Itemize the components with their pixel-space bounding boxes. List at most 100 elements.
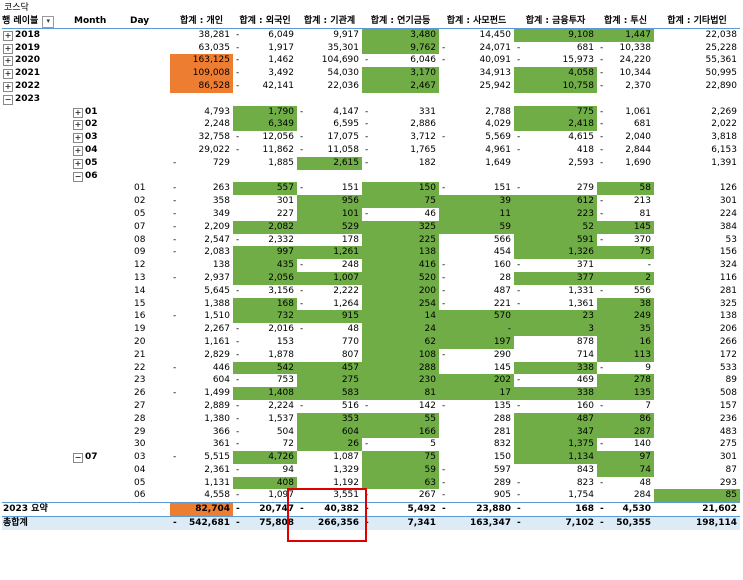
cell-invest-trust[interactable]: 35 <box>597 323 654 336</box>
cell-institution[interactable]: 3,551 <box>297 489 362 502</box>
expand-icon[interactable]: + <box>3 69 13 80</box>
row-label[interactable]: −2023 <box>2 93 72 106</box>
cell-other-corp[interactable]: 325 <box>654 298 740 311</box>
cell-private-fund[interactable]: - 160 <box>439 259 514 272</box>
cell-private-fund[interactable]: - 597 <box>439 464 514 477</box>
cell-foreign[interactable]: - 504 <box>233 426 297 439</box>
cell-individual[interactable]: 2,248 <box>170 118 233 131</box>
cell-pension[interactable]: - 5,492 <box>362 503 439 516</box>
cell-institution[interactable]: 1,261 <box>297 246 362 260</box>
cell-institution[interactable]: 6,595 <box>297 118 362 131</box>
cell-foreign[interactable]: 301 <box>233 195 297 208</box>
cell-institution[interactable]: 583 <box>297 387 362 400</box>
cell-private-fund[interactable]: - 5,569 <box>439 131 514 144</box>
cell-private-fund[interactable]: 197 <box>439 335 514 349</box>
cell-pension[interactable]: 24 <box>362 323 439 336</box>
cell-foreign[interactable]: - 3,492 <box>233 67 297 80</box>
cell-institution[interactable]: 275 <box>297 374 362 388</box>
cell-invest-trust[interactable]: - 556 <box>597 285 654 298</box>
cell-individual[interactable]: 82,704 <box>170 503 233 517</box>
cell-pension[interactable]: 2,467 <box>362 79 439 93</box>
cell-institution[interactable]: 26 <box>297 438 362 452</box>
cell-individual[interactable]: - 2,083 <box>170 246 233 259</box>
cell-pension[interactable]: 230 <box>362 374 439 388</box>
cell-private-fund[interactable]: 454 <box>439 246 514 259</box>
cell-pension[interactable]: - 46 <box>362 208 439 221</box>
cell-institution[interactable]: 353 <box>297 412 362 426</box>
cell-institution[interactable]: 770 <box>297 336 362 349</box>
cell-individual[interactable]: 4,793 <box>170 106 233 119</box>
cell-fin-invest[interactable]: 9,108 <box>514 28 597 42</box>
cell-private-fund[interactable]: 163,347 <box>439 517 514 530</box>
cell-other-corp[interactable]: 89 <box>654 374 740 387</box>
cell-private-fund[interactable]: 14,450 <box>439 29 514 42</box>
cell-foreign[interactable]: 997 <box>233 246 297 260</box>
cell-other-corp[interactable]: 1,391 <box>654 157 740 170</box>
row-label[interactable]: +2022 <box>2 80 72 93</box>
cell-foreign[interactable]: 542 <box>233 361 297 375</box>
cell-pension[interactable]: - 142 <box>362 400 439 413</box>
expand-icon[interactable]: + <box>3 30 13 41</box>
cell-individual[interactable]: 361 <box>170 438 233 451</box>
cell-invest-trust[interactable]: - 10,338 <box>597 42 654 55</box>
cell-pension[interactable]: - 1,765 <box>362 144 439 157</box>
cell-fin-invest[interactable]: - 1,331 <box>514 285 597 298</box>
cell-foreign[interactable]: - 11,862 <box>233 144 297 157</box>
cell-fin-invest[interactable]: - 681 <box>514 42 597 55</box>
cell-individual[interactable]: 32,758 <box>170 131 233 144</box>
cell-invest-trust[interactable]: - 48 <box>597 477 654 490</box>
cell-private-fund[interactable]: - <box>439 323 514 336</box>
cell-invest-trust[interactable]: - 681 <box>597 118 654 131</box>
cell-foreign[interactable]: 557 <box>233 182 297 196</box>
cell-invest-trust[interactable]: - 24,220 <box>597 54 654 67</box>
cell-other-corp[interactable]: 25,228 <box>654 42 740 55</box>
cell-pension[interactable]: 55 <box>362 412 439 426</box>
cell-fin-invest[interactable]: - 4,615 <box>514 131 597 144</box>
cell-fin-invest[interactable]: 1,375 <box>514 438 597 452</box>
cell-other-corp[interactable]: 156 <box>654 246 740 259</box>
cell-individual[interactable]: 163,125 <box>170 54 233 68</box>
cell-institution[interactable]: - 248 <box>297 259 362 272</box>
cell-fin-invest[interactable]: 2,593 <box>514 157 597 170</box>
cell-foreign[interactable]: - 75,808 <box>233 517 297 530</box>
cell-foreign[interactable]: - 1,462 <box>233 54 297 67</box>
expand-icon[interactable]: + <box>73 107 83 118</box>
cell-invest-trust[interactable]: 113 <box>597 348 654 362</box>
expand-icon[interactable]: + <box>3 43 13 54</box>
cell-private-fund[interactable]: 17 <box>439 387 514 400</box>
cell-individual[interactable]: 138 <box>170 259 233 272</box>
cell-institution[interactable]: 604 <box>297 425 362 439</box>
cell-institution[interactable]: - 1,264 <box>297 298 362 311</box>
cell-other-corp[interactable]: 324 <box>654 259 740 272</box>
cell-fin-invest[interactable]: 338 <box>514 361 597 375</box>
cell-invest-trust[interactable]: 284 <box>597 489 654 502</box>
cell-fin-invest[interactable]: - 160 <box>514 400 597 413</box>
cell-invest-trust[interactable]: - 1,061 <box>597 106 654 119</box>
cell-individual[interactable]: - 2,937 <box>170 272 233 285</box>
cell-other-corp[interactable]: 2,022 <box>654 118 740 131</box>
cell-fin-invest[interactable]: 52 <box>514 220 597 234</box>
cell-foreign[interactable]: - 2,332 <box>233 234 297 247</box>
cell-fin-invest[interactable]: - 371 <box>514 259 597 272</box>
cell-fin-invest[interactable]: - 1,361 <box>514 298 597 311</box>
cell-other-corp[interactable]: 172 <box>654 349 740 362</box>
cell-institution[interactable]: 1,007 <box>297 271 362 285</box>
cell-institution[interactable]: - 48 <box>297 323 362 336</box>
cell-pension[interactable]: 62 <box>362 335 439 349</box>
cell-fin-invest[interactable]: 487 <box>514 412 597 426</box>
cell-foreign[interactable]: 4,726 <box>233 451 297 464</box>
cell-pension[interactable]: 75 <box>362 195 439 208</box>
cell-pension[interactable]: - 3,712 <box>362 131 439 144</box>
cell-other-corp[interactable]: 224 <box>654 208 740 221</box>
collapse-icon[interactable]: − <box>3 94 13 105</box>
cell-individual[interactable]: - 729 <box>170 157 233 170</box>
cell-institution[interactable]: 54,030 <box>297 67 362 80</box>
cell-invest-trust[interactable]: 135 <box>597 387 654 400</box>
cell-institution[interactable]: 266,356 <box>297 517 362 530</box>
cell-individual[interactable]: 604 <box>170 374 233 387</box>
cell-pension[interactable]: - 331 <box>362 106 439 119</box>
cell-private-fund[interactable]: 288 <box>439 413 514 426</box>
cell-pension[interactable]: 254 <box>362 297 439 311</box>
cell-foreign[interactable]: 2,082 <box>233 220 297 234</box>
cell-fin-invest[interactable]: 775 <box>514 105 597 119</box>
